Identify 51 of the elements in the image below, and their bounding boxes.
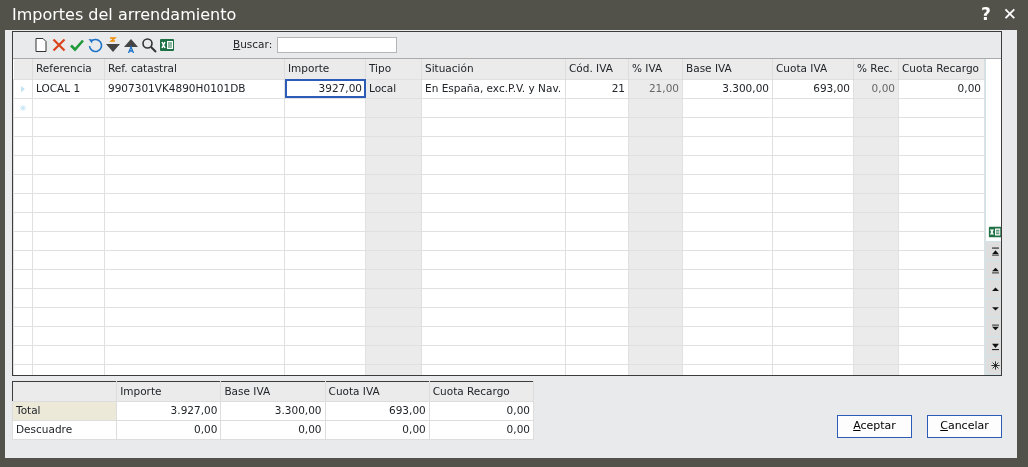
- new-row-icon: [18, 102, 28, 113]
- table-cell[interactable]: 693,00: [772, 79, 854, 98]
- column-header: Cuota IVA: [325, 381, 430, 402]
- next-page-icon[interactable]: [989, 321, 1001, 333]
- row-label[interactable]: Total: [12, 401, 117, 421]
- table-cell[interactable]: LOCAL 1: [32, 79, 105, 98]
- table-cell[interactable]: 0,00: [853, 79, 899, 98]
- search-label: Buscar:: [233, 37, 273, 53]
- table-cell[interactable]: 3927,00: [284, 79, 366, 98]
- search-field[interactable]: [277, 37, 398, 53]
- column-header[interactable]: Tipo: [365, 59, 422, 79]
- table-cell[interactable]: 9907301VK4890H0101DB: [104, 79, 285, 98]
- accept-button[interactable]: Aceptar: [837, 415, 912, 438]
- new-document-icon[interactable]: [33, 37, 49, 53]
- column-header[interactable]: Base IVA: [682, 59, 773, 79]
- column-header: Importe: [116, 381, 221, 402]
- delete-icon[interactable]: [51, 37, 67, 53]
- refresh-icon[interactable]: [87, 37, 103, 53]
- column-header[interactable]: Cód. IVA: [565, 59, 629, 79]
- search-icon[interactable]: [141, 37, 157, 53]
- sort-descending-icon[interactable]: [105, 37, 121, 53]
- column-header[interactable]: % IVA: [628, 59, 683, 79]
- window-title: Importes del arrendamiento: [11, 4, 237, 26]
- column-header[interactable]: Referencia: [32, 59, 105, 79]
- new-record-icon[interactable]: [989, 359, 1001, 371]
- table-cell[interactable]: 3.300,00: [682, 79, 773, 98]
- sort-ascending-icon[interactable]: [123, 37, 139, 53]
- column-header[interactable]: Cuota IVA: [772, 59, 854, 79]
- table-cell[interactable]: 0,00: [898, 79, 985, 98]
- excel-icon[interactable]: [159, 37, 175, 53]
- column-header[interactable]: Ref. catastral: [104, 59, 285, 79]
- first-record-icon[interactable]: [989, 245, 1001, 257]
- table-cell: 693,00: [325, 401, 430, 421]
- table-cell: 3.927,00: [116, 401, 221, 421]
- table-cell[interactable]: Local: [365, 79, 422, 98]
- check-icon[interactable]: [69, 37, 85, 53]
- close-button[interactable]: ✕: [1002, 2, 1017, 28]
- table-cell[interactable]: 21,00: [628, 79, 683, 98]
- table-cell[interactable]: 21: [565, 79, 629, 98]
- column-header[interactable]: Cuota Recargo: [898, 59, 985, 79]
- column-header[interactable]: Situación: [421, 59, 566, 79]
- cancel-button[interactable]: Cancelar: [927, 415, 1002, 438]
- help-button[interactable]: ?: [980, 2, 991, 28]
- excel-icon[interactable]: [988, 225, 1001, 239]
- column-header: Cuota Recargo: [429, 381, 534, 402]
- column-header[interactable]: Importe: [284, 59, 366, 79]
- column-header[interactable]: % Rec.: [853, 59, 899, 79]
- column-header: Base IVA: [220, 381, 326, 402]
- table-cell[interactable]: En España, exc.P.V. y Nav.: [421, 79, 566, 98]
- table-cell: 3.300,00: [220, 401, 326, 421]
- table-cell: 0,00: [429, 401, 534, 421]
